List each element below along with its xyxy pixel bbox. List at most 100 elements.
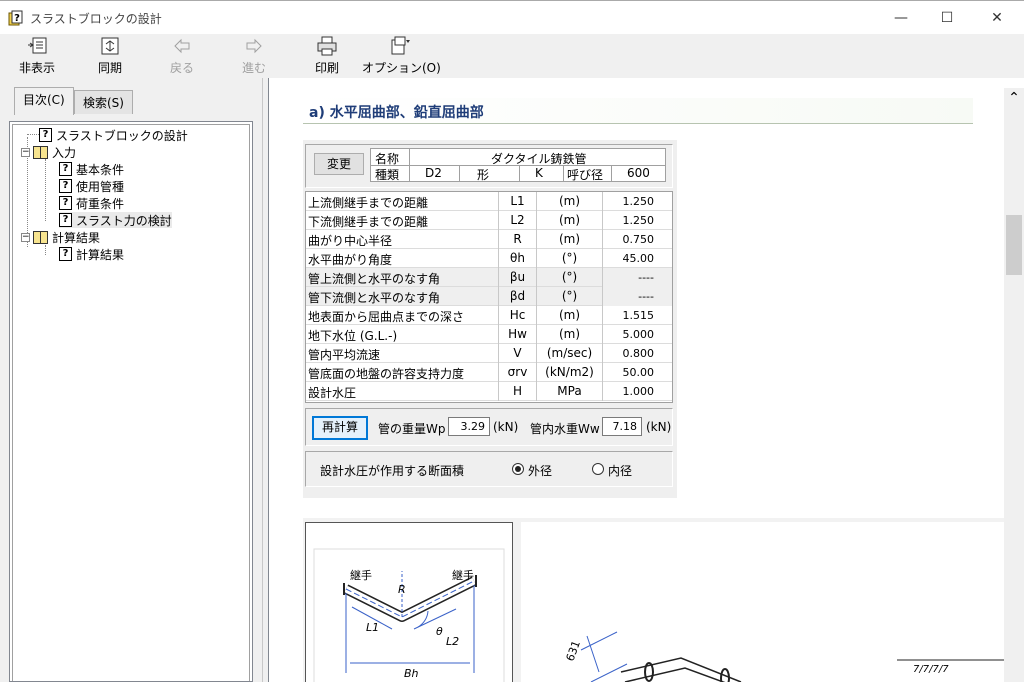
maximize-button[interactable]: ☐	[924, 1, 970, 35]
shape-label: 形	[477, 168, 490, 182]
param-value-field[interactable]: 45.00	[602, 249, 672, 268]
hide-pane-icon	[28, 37, 47, 54]
water-weight-field[interactable]: 7.18	[602, 417, 642, 436]
param-value-field[interactable]: 0.800	[602, 344, 672, 363]
options-button[interactable]: オプション(O)	[362, 36, 441, 76]
vertical-scrollbar[interactable]: ⌃	[1004, 88, 1024, 682]
nominal-label: 呼び径	[567, 168, 604, 182]
input-form: 変更 名称 ダクタイル鋳鉄管 種類 D2 形 K 呼び径 600 上流側継手まで…	[303, 140, 677, 498]
printer-icon	[317, 36, 337, 56]
tab-contents[interactable]: 目次(C)	[14, 87, 74, 115]
tree-item-pipe-type[interactable]: ? 使用管種	[59, 178, 124, 194]
param-value-field[interactable]: 1.515	[602, 306, 672, 325]
scroll-thumb[interactable]	[1006, 215, 1022, 275]
table-row: 設計水圧 H MPa 1.000	[306, 382, 672, 401]
sync-button[interactable]: 同期	[92, 36, 128, 76]
svg-text:?: ?	[14, 13, 20, 24]
param-value-field[interactable]: 0.750	[602, 230, 672, 249]
table-row: 管内平均流速 V (m/sec) 0.800	[306, 344, 672, 363]
param-value-field[interactable]: ----	[602, 287, 672, 306]
help-book-icon: ?	[8, 10, 23, 26]
param-unit: (m)	[536, 230, 602, 249]
outer-diameter-label[interactable]: 外径	[528, 462, 552, 479]
forward-label: 進む	[241, 61, 266, 75]
param-unit: (m)	[536, 306, 602, 325]
pipe-weight-label: 管の重量Wp	[378, 422, 446, 436]
tab-search[interactable]: 検索(S)	[74, 90, 133, 114]
pipe-name-value: ダクタイル鋳鉄管	[491, 152, 587, 166]
param-name: 設計水圧	[308, 386, 357, 400]
minimize-button[interactable]: —	[878, 1, 924, 35]
outer-diameter-radio[interactable]	[512, 463, 524, 475]
change-button[interactable]: 変更	[314, 153, 364, 175]
tree-item-label: 荷重条件	[76, 196, 125, 211]
param-symbol: L2	[498, 211, 536, 230]
param-value-field[interactable]: ----	[602, 268, 672, 287]
tree-frame: ? スラストブロックの設計 − 入力 ? 基本条件 ? 使用管種 ? 荷重条件 …	[12, 124, 250, 681]
forward-button[interactable]: 進む	[238, 36, 270, 76]
back-button[interactable]: 戻る	[166, 36, 198, 76]
param-value-field[interactable]: 1.250	[602, 211, 672, 230]
kind-label: 種類	[375, 168, 400, 182]
divider	[409, 149, 410, 181]
tree-item-thrust-check[interactable]: ? スラスト力の検討	[59, 212, 172, 228]
param-value-field[interactable]: 5.000	[602, 325, 672, 344]
tree-guide	[45, 159, 46, 221]
param-symbol: βd	[498, 287, 536, 306]
param-symbol: βu	[498, 268, 536, 287]
tree-item-basic-conditions[interactable]: ? 基本条件	[59, 161, 124, 177]
theta-label: θ	[436, 625, 443, 638]
diagram-area: 継手 継手 R θ L1 L2 Bh 631 7/7/7/7	[303, 518, 1005, 682]
thrust-block-diagram: 631 7/7/7/7	[521, 522, 1005, 682]
toolbar: 非表示 同期 戻る 進む 印刷 オプション(O)	[0, 34, 1024, 78]
pipe-weight-unit: (kN)	[493, 420, 519, 434]
pressure-area-frame: 設計水圧が作用する断面積 外径 内径	[305, 451, 673, 487]
recalc-button[interactable]: 再計算	[312, 416, 368, 440]
help-topic-icon: ?	[59, 196, 72, 210]
bh-label: Bh	[404, 667, 419, 680]
table-row: 管底面の地盤の許容支持力度 σrv (kN/m2) 50.00	[306, 363, 672, 382]
radius-label: R	[398, 583, 406, 596]
inner-diameter-radio[interactable]	[592, 463, 604, 475]
param-name: 管底面の地盤の許容支持力度	[308, 367, 465, 381]
param-value-field[interactable]: 50.00	[602, 363, 672, 382]
tree-item-root[interactable]: ? スラストブロックの設計	[39, 127, 188, 143]
param-name: 地下水位 (G.L.-)	[308, 329, 398, 343]
joint-right-label: 継手	[452, 568, 474, 582]
pipe-weight-field[interactable]: 3.29	[448, 417, 490, 436]
tree-item-calc-results[interactable]: ? 計算結果	[59, 246, 124, 262]
name-label: 名称	[375, 152, 400, 166]
divider	[563, 165, 564, 181]
param-value-field[interactable]: 1.000	[602, 382, 672, 401]
close-button[interactable]: ✕	[974, 1, 1020, 35]
parameter-table: 上流側継手までの距離 L1 (m) 1.250 下流側継手までの距離 L2 (m) 1.250…	[305, 191, 673, 403]
tree-item-input[interactable]: − 入力	[21, 144, 76, 160]
back-label: 戻る	[169, 61, 194, 75]
table-row: 水平曲がり角度 θh (°) 45.00	[306, 249, 672, 268]
param-unit: (m/sec)	[536, 344, 602, 363]
hide-button[interactable]: 非表示	[16, 36, 58, 76]
param-unit: MPa	[536, 382, 602, 401]
open-book-icon	[33, 145, 48, 159]
collapse-icon[interactable]: −	[21, 232, 30, 242]
tree-item-label: スラスト力の検討	[76, 213, 172, 228]
tree-item-label: 基本条件	[76, 162, 125, 177]
param-unit: (kN/m2)	[536, 363, 602, 382]
section-heading-text: a) 水平屈曲部、鉛直屈曲部	[309, 105, 484, 121]
tree-item-results[interactable]: − 計算結果	[21, 229, 100, 245]
inner-diameter-label[interactable]: 内径	[608, 462, 632, 479]
param-name: 上流側継手までの距離	[308, 196, 429, 210]
help-topic-icon: ?	[59, 213, 72, 227]
param-symbol: Hw	[498, 325, 536, 344]
tree-item-load-conditions[interactable]: ? 荷重条件	[59, 195, 124, 211]
open-book-icon	[33, 230, 48, 244]
options-label: オプション(O)	[362, 61, 441, 75]
param-value-field[interactable]: 1.250	[602, 192, 672, 211]
scroll-up-icon[interactable]: ⌃	[1004, 88, 1024, 108]
title-bar: ? スラストブロックの設計 — ☐ ✕	[0, 0, 1024, 34]
collapse-icon[interactable]: −	[21, 147, 30, 157]
water-weight-label: 管内水重Ww	[530, 422, 600, 436]
pipe-spec-box: 名称 ダクタイル鋳鉄管 種類 D2 形 K 呼び径 600	[370, 148, 666, 182]
print-button[interactable]: 印刷	[310, 36, 344, 76]
contents-tree: ? スラストブロックの設計 − 入力 ? 基本条件 ? 使用管種 ? 荷重条件 …	[9, 121, 253, 682]
